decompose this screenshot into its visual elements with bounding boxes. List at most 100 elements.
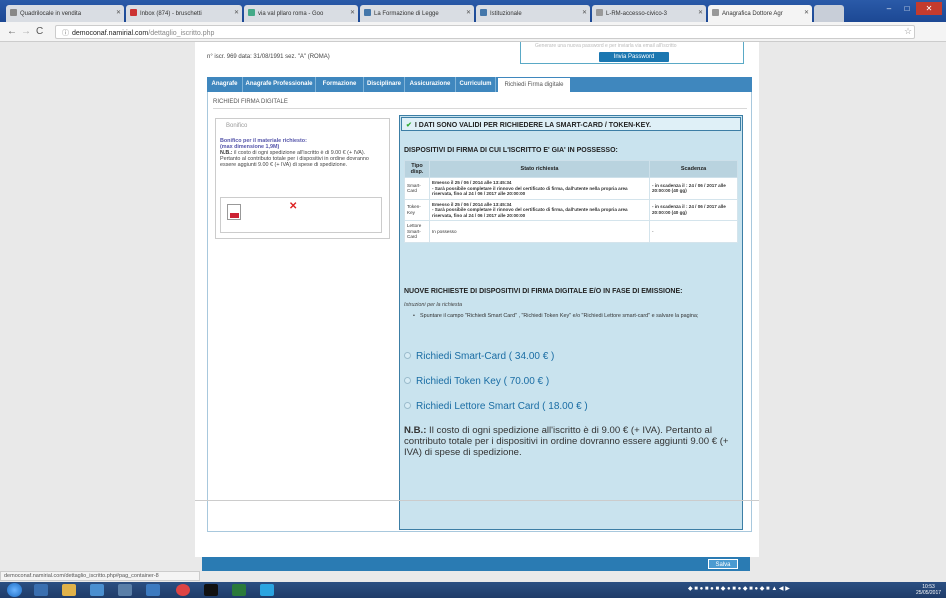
- delete-icon[interactable]: ✕: [289, 201, 297, 212]
- address-bar: ← → C ⓘ democonaf.namirial.com/dettaglio_…: [0, 22, 946, 42]
- browser-tab[interactable]: La Formazione di Legge ✕: [360, 5, 474, 22]
- nuove-richieste-title: NUOVE RICHIESTE DI DISPOSITIVI DI FIRMA …: [404, 288, 683, 295]
- minimize-icon[interactable]: –: [880, 2, 898, 15]
- amazon-icon[interactable]: [204, 584, 218, 596]
- browser-tab[interactable]: Inbox (874) - bruschetti ✕: [126, 5, 242, 22]
- column-header: Stato richiesta: [429, 160, 650, 178]
- tab-curriculum[interactable]: Curriculum: [456, 77, 496, 92]
- column-header: Tipo disp.: [404, 160, 430, 178]
- scadenza-cell: - in scadenza il : 24 / 06 / 2017 alle 2…: [649, 198, 738, 221]
- page-icon: [712, 9, 719, 16]
- option-token-key[interactable]: Richiedi Token Key ( 70.00 € ): [404, 376, 549, 387]
- scadenza-cell: -: [649, 220, 738, 243]
- firma-panel: ✔ I DATI SONO VALIDI PER RICHIEDERE LA SM…: [399, 115, 743, 530]
- tipo-cell: Smart-Card: [404, 177, 430, 200]
- explorer-icon[interactable]: [62, 584, 76, 596]
- back-icon[interactable]: ←: [7, 26, 17, 37]
- close-tab-icon[interactable]: ✕: [116, 9, 121, 16]
- dispositivi-title: DISPOSITIVI DI FIRMA DI CUI L'ISCRITTO E…: [404, 147, 618, 154]
- page-tabs: Anagrafe Anagrafe Professionale Formazio…: [207, 77, 752, 92]
- tab-assicurazione[interactable]: Assicurazione: [405, 77, 456, 92]
- tab-anagrafe-professionale[interactable]: Anagrafe Professionale: [243, 77, 316, 92]
- url-input[interactable]: ⓘ democonaf.namirial.com/dettaglio_iscrit…: [55, 25, 915, 39]
- shipping-note: N.B.: Il costo di ogni spedizione all'is…: [404, 425, 729, 458]
- istruzioni-item: Spuntare il campo "Richiedi Smart Card" …: [413, 313, 738, 320]
- close-window-icon[interactable]: ✕: [916, 2, 942, 15]
- scadenza-cell: - in scadenza il : 24 / 06 / 2017 alle 2…: [649, 177, 738, 200]
- ie-icon[interactable]: [34, 584, 48, 596]
- valid-message: ✔ I DATI SONO VALIDI PER RICHIEDERE LA SM…: [401, 117, 741, 131]
- section-divider: [213, 108, 747, 109]
- save-button[interactable]: Salva: [708, 559, 738, 569]
- page-icon: [596, 9, 603, 16]
- pdf-icon[interactable]: [227, 204, 241, 220]
- close-tab-icon[interactable]: ✕: [804, 9, 809, 16]
- windows-store-icon[interactable]: [146, 584, 160, 596]
- stato-cell: Emesso il 25 / 06 / 2014 alle 13:45:34- …: [429, 198, 650, 221]
- browser-tab[interactable]: via val pllaro roma - Goo ✕: [244, 5, 358, 22]
- password-hint: Generare una nuova password e per inviar…: [535, 43, 677, 49]
- url-host: democonaf.namirial.com: [72, 30, 149, 37]
- google-icon: [248, 9, 255, 16]
- close-tab-icon[interactable]: ✕: [582, 9, 587, 16]
- tab-content: RICHIEDI FIRMA DIGITALE Bonifico Bonific…: [207, 92, 752, 532]
- bonifico-fieldset: Bonifico Bonifico per il materiale richi…: [215, 118, 390, 239]
- checkbox-icon[interactable]: [404, 377, 411, 384]
- favicon-icon: [10, 9, 17, 16]
- tab-formazione[interactable]: Formazione: [316, 77, 364, 92]
- close-tab-icon[interactable]: ✕: [698, 9, 703, 16]
- skype-icon[interactable]: [260, 584, 274, 596]
- windows-taskbar: ◆ ■ ● ■ ● ■ ◆ ● ■ ● ◆ ■ ● ◆ ■ ▲ ◀ ▶ 10:5…: [0, 582, 946, 598]
- forward-icon[interactable]: →: [21, 26, 31, 37]
- tab-richiedi-firma-digitale[interactable]: Richiedi Firma digitale: [497, 77, 571, 92]
- info-icon[interactable]: ⓘ: [62, 30, 69, 37]
- system-tray[interactable]: ◆ ■ ● ■ ● ■ ◆ ● ■ ● ◆ ■ ● ◆ ■ ▲ ◀ ▶: [688, 585, 790, 592]
- upload-box: ✕: [220, 197, 382, 233]
- app-icon[interactable]: [232, 584, 246, 596]
- close-tab-icon[interactable]: ✕: [234, 9, 239, 16]
- check-icon: ✔: [406, 122, 412, 129]
- dispositivi-table: Tipo disp. Stato richiesta Scadenza Smar…: [404, 160, 738, 243]
- start-icon[interactable]: [7, 583, 22, 597]
- chrome-icon[interactable]: [176, 584, 190, 596]
- close-tab-icon[interactable]: ✕: [350, 9, 355, 16]
- checkbox-icon[interactable]: [404, 352, 411, 359]
- document-icon: [480, 9, 487, 16]
- tab-anagrafe[interactable]: Anagrafe: [207, 77, 243, 92]
- browser-tab[interactable]: L-RM-accesso-civico-3 ✕: [592, 5, 706, 22]
- document-icon: [364, 9, 371, 16]
- browser-tab-active[interactable]: Anagrafica Dottore Agr ✕: [708, 5, 812, 22]
- bookmark-star-icon[interactable]: ☆: [904, 26, 912, 37]
- reload-icon[interactable]: C: [36, 26, 43, 37]
- option-smart-card[interactable]: Richiedi Smart-Card ( 34.00 € ): [404, 351, 554, 362]
- page-divider: [195, 500, 759, 501]
- footer-bar: [202, 557, 750, 571]
- clock[interactable]: 10:53 25/05/2017: [916, 584, 941, 596]
- gmail-icon: [130, 9, 137, 16]
- stato-cell: Emesso il 25 / 06 / 2014 alle 13:45:34- …: [429, 177, 650, 200]
- outlook-icon[interactable]: [90, 584, 104, 596]
- calculator-icon[interactable]: [118, 584, 132, 596]
- status-url: democonaf.namirial.com/dettaglio_iscritt…: [0, 571, 200, 581]
- browser-tab[interactable]: Quadrilocale in vendita ✕: [6, 5, 124, 22]
- option-lettore-smart-card[interactable]: Richiedi Lettore Smart Card ( 18.00 € ): [404, 401, 588, 412]
- browser-tab[interactable]: Istituzionale ✕: [476, 5, 590, 22]
- send-password-button[interactable]: Invia Password: [599, 52, 669, 62]
- tab-disciplinare[interactable]: Disciplinare: [364, 77, 405, 92]
- password-box: Generare una nuova password e per inviar…: [520, 42, 744, 64]
- table-row: Token-Key Emesso il 25 / 06 / 2014 alle …: [404, 198, 738, 221]
- maximize-icon[interactable]: □: [898, 2, 916, 15]
- bonifico-legend: Bonifico: [226, 123, 248, 129]
- new-tab-button[interactable]: [814, 5, 844, 22]
- close-tab-icon[interactable]: ✕: [466, 9, 471, 16]
- browser-tab-bar: Quadrilocale in vendita ✕ Inbox (874) - b…: [0, 0, 946, 22]
- checkbox-icon[interactable]: [404, 402, 411, 409]
- url-path: /dettaglio_iscritto.php: [148, 30, 215, 37]
- section-title: RICHIEDI FIRMA DIGITALE: [213, 99, 288, 105]
- tipo-cell: Token-Key: [404, 198, 430, 221]
- table-header-row: Tipo disp. Stato richiesta Scadenza: [404, 160, 738, 178]
- column-header: Scadenza: [649, 160, 738, 178]
- tipo-cell: Lettore Smart-Card: [404, 220, 430, 243]
- stato-cell: In possesso: [429, 220, 650, 243]
- table-row: Lettore Smart-Card In possesso -: [404, 220, 738, 243]
